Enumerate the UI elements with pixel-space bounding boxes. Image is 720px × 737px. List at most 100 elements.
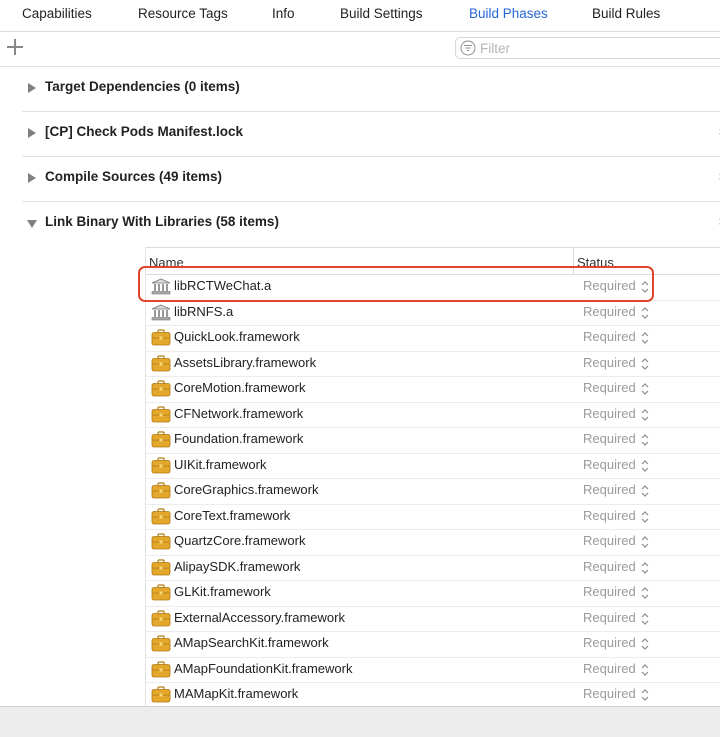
- disclosure-triangle-icon[interactable]: [28, 173, 36, 183]
- status-popup[interactable]: Required: [583, 482, 636, 497]
- tab-info[interactable]: Info: [272, 6, 295, 21]
- disclosure-triangle-open-icon[interactable]: [27, 220, 37, 228]
- framework-icon: [151, 354, 171, 372]
- library-name: MAMapKit.framework: [174, 686, 299, 701]
- library-name: AMapSearchKit.framework: [174, 635, 329, 650]
- library-name: CoreMotion.framework: [174, 380, 306, 395]
- phases-toolbar: [0, 32, 720, 67]
- chevron-updown-icon[interactable]: [640, 458, 650, 474]
- chevron-updown-icon[interactable]: [640, 636, 650, 652]
- library-name: QuartzCore.framework: [174, 533, 306, 548]
- table-row[interactable]: CoreText.framework Required: [146, 504, 720, 530]
- framework-icon: [151, 456, 171, 474]
- table-row[interactable]: CFNetwork.framework Required: [146, 402, 720, 428]
- disclosure-triangle-icon[interactable]: [28, 128, 36, 138]
- chevron-updown-icon[interactable]: [640, 381, 650, 397]
- tab-bar: Capabilities Resource Tags Info Build Se…: [0, 0, 720, 32]
- chevron-updown-icon[interactable]: [640, 611, 650, 627]
- chevron-updown-icon[interactable]: [640, 687, 650, 703]
- plus-icon[interactable]: [6, 38, 24, 56]
- status-popup[interactable]: Required: [583, 559, 636, 574]
- phase-check-pods-manifest[interactable]: [CP] Check Pods Manifest.lock ×: [22, 111, 720, 157]
- highlight-annotation: [138, 266, 654, 302]
- table-row[interactable]: CoreMotion.framework Required: [146, 376, 720, 403]
- framework-icon: [151, 507, 171, 525]
- table-row[interactable]: AlipaySDK.framework Required: [146, 555, 720, 581]
- libraries-table: Name Status libRCTWeChat.a Required libRNF…: [145, 247, 720, 707]
- chevron-updown-icon[interactable]: [640, 662, 650, 678]
- tab-build-phases[interactable]: Build Phases: [469, 6, 548, 21]
- status-popup[interactable]: Required: [583, 329, 636, 344]
- status-popup[interactable]: Required: [583, 406, 636, 421]
- framework-icon: [151, 584, 171, 601]
- chevron-updown-icon[interactable]: [640, 585, 650, 601]
- table-row[interactable]: AMapFoundationKit.framework Required: [146, 657, 720, 683]
- framework-icon: [151, 533, 171, 550]
- disclosure-triangle-icon[interactable]: [28, 83, 36, 93]
- framework-icon: [151, 558, 171, 576]
- table-row[interactable]: CoreGraphics.framework Required: [146, 478, 720, 505]
- library-name: AssetsLibrary.framework: [174, 354, 317, 370]
- library-icon: [151, 304, 171, 321]
- chevron-updown-icon[interactable]: [640, 509, 650, 525]
- chevron-updown-icon[interactable]: [640, 560, 650, 576]
- status-popup[interactable]: Required: [583, 431, 636, 446]
- framework-icon: [151, 482, 171, 499]
- table-row[interactable]: AMapSearchKit.framework Required: [146, 631, 720, 658]
- phase-target-dependencies[interactable]: Target Dependencies (0 items): [22, 66, 720, 112]
- library-name: Foundation.framework: [174, 431, 304, 446]
- table-row[interactable]: ExternalAccessory.framework Required: [146, 606, 720, 632]
- library-name: AlipaySDK.framework: [174, 558, 301, 574]
- status-popup[interactable]: Required: [583, 533, 636, 548]
- table-row[interactable]: QuickLook.framework Required: [146, 325, 720, 352]
- chevron-updown-icon[interactable]: [640, 305, 650, 321]
- phase-compile-sources[interactable]: Compile Sources (49 items) ×: [22, 156, 720, 202]
- table-row[interactable]: libRNFS.a Required: [146, 300, 720, 326]
- phase-title: Compile Sources (49 items): [45, 169, 223, 184]
- phase-title: [CP] Check Pods Manifest.lock: [45, 124, 244, 139]
- status-popup[interactable]: Required: [583, 686, 636, 701]
- library-name: UIKit.framework: [174, 456, 267, 472]
- framework-icon: [151, 686, 171, 703]
- filter-input[interactable]: [480, 39, 700, 57]
- framework-icon: [151, 660, 171, 678]
- status-popup[interactable]: Required: [583, 457, 636, 472]
- status-popup[interactable]: Required: [583, 610, 636, 625]
- filter-icon: [460, 40, 476, 56]
- tab-build-rules[interactable]: Build Rules: [592, 6, 660, 21]
- status-popup[interactable]: Required: [583, 380, 636, 395]
- tab-build-settings[interactable]: Build Settings: [340, 6, 423, 21]
- status-popup[interactable]: Required: [583, 304, 636, 319]
- table-row[interactable]: QuartzCore.framework Required: [146, 529, 720, 556]
- table-row[interactable]: AssetsLibrary.framework Required: [146, 351, 720, 377]
- library-name: CoreText.framework: [174, 507, 291, 523]
- library-name: CoreGraphics.framework: [174, 482, 319, 497]
- filter-field[interactable]: [455, 37, 720, 59]
- tab-capabilities[interactable]: Capabilities: [22, 6, 92, 21]
- chevron-updown-icon[interactable]: [640, 407, 650, 423]
- phase-link-binary[interactable]: Link Binary With Libraries (58 items) ×: [22, 201, 720, 246]
- library-name: libRNFS.a: [174, 303, 234, 319]
- framework-icon: [151, 609, 171, 627]
- status-popup[interactable]: Required: [583, 584, 636, 599]
- phase-title: Target Dependencies (0 items): [45, 79, 240, 94]
- phase-title: Link Binary With Libraries (58 items): [45, 214, 279, 229]
- chevron-updown-icon[interactable]: [640, 483, 650, 499]
- chevron-updown-icon[interactable]: [640, 432, 650, 448]
- status-popup[interactable]: Required: [583, 355, 636, 370]
- table-row[interactable]: Foundation.framework Required: [146, 427, 720, 454]
- chevron-updown-icon[interactable]: [640, 330, 650, 346]
- status-popup[interactable]: Required: [583, 661, 636, 676]
- chevron-updown-icon[interactable]: [640, 534, 650, 550]
- library-name: ExternalAccessory.framework: [174, 609, 345, 625]
- table-row[interactable]: UIKit.framework Required: [146, 453, 720, 479]
- library-name: QuickLook.framework: [174, 329, 300, 344]
- status-popup[interactable]: Required: [583, 635, 636, 650]
- table-row[interactable]: GLKit.framework Required: [146, 580, 720, 607]
- framework-icon: [151, 635, 171, 652]
- library-name: CFNetwork.framework: [174, 405, 304, 421]
- status-popup[interactable]: Required: [583, 508, 636, 523]
- table-row[interactable]: MAMapKit.framework Required: [146, 682, 720, 707]
- chevron-updown-icon[interactable]: [640, 356, 650, 372]
- tab-resource-tags[interactable]: Resource Tags: [138, 6, 228, 21]
